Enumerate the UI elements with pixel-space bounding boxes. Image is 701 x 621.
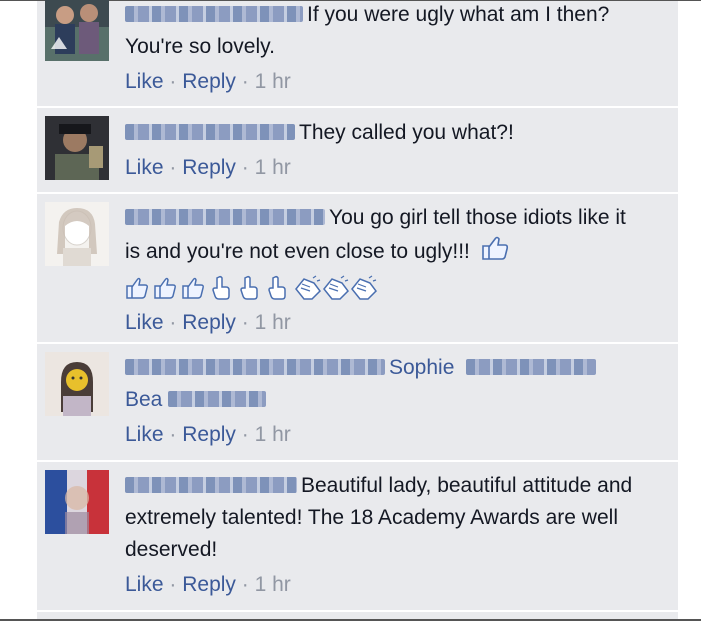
commenter-name[interactable]	[125, 209, 325, 225]
pointing-hand-icon	[209, 275, 235, 301]
pointing-hand-icon	[237, 275, 263, 301]
avatar[interactable]	[45, 202, 109, 266]
commenter-name[interactable]	[125, 477, 297, 493]
avatar[interactable]	[45, 116, 109, 180]
avatar[interactable]	[45, 352, 109, 416]
divider	[37, 106, 678, 108]
tagged-name-bea[interactable]: Bea	[125, 388, 162, 411]
like-link[interactable]: Like	[125, 573, 164, 596]
avatar[interactable]	[45, 470, 109, 534]
like-link[interactable]: Like	[125, 423, 164, 446]
reply-link[interactable]: Reply	[182, 423, 236, 446]
clapping-hands-icon	[321, 275, 349, 301]
timestamp[interactable]: 1 hr	[255, 423, 291, 446]
separator: ·	[241, 573, 249, 596]
comments-panel: If you were ugly what am I then? You're …	[37, 0, 678, 619]
tagged-name[interactable]	[168, 391, 267, 407]
separator: ·	[169, 423, 177, 446]
thumbs-up-icon	[125, 275, 151, 301]
thumbs-up-icon	[181, 275, 207, 301]
reply-link[interactable]: Reply	[182, 156, 236, 179]
thumbs-up-icon	[153, 275, 179, 301]
reply-link[interactable]: Reply	[182, 70, 236, 93]
comment-body: You go girl tell those idiots like it is…	[125, 202, 645, 339]
thumbs-up-icon	[480, 234, 510, 272]
separator: ·	[241, 311, 249, 334]
avatar[interactable]	[45, 0, 109, 61]
reply-link[interactable]: Reply	[182, 311, 236, 334]
comment-actions: Like · Reply · 1 hr	[125, 66, 645, 98]
separator: ·	[241, 423, 249, 446]
comment-actions: Like · Reply · 1 hr	[125, 569, 645, 601]
like-link[interactable]: Like	[125, 311, 164, 334]
separator: ·	[169, 70, 177, 93]
clapping-hands-icon	[349, 275, 377, 301]
timestamp[interactable]: 1 hr	[255, 311, 291, 334]
comment-text: They called you what?!	[299, 121, 514, 144]
separator: ·	[241, 70, 249, 93]
divider	[37, 342, 678, 344]
comment-body: They called you what?! Like · Reply · 1 …	[125, 117, 645, 184]
separator: ·	[169, 156, 177, 179]
pointing-hand-icon	[265, 275, 291, 301]
timestamp[interactable]: 1 hr	[255, 573, 291, 596]
tagged-name-sophie[interactable]: Sophie	[389, 356, 454, 379]
comment-actions: Like · Reply · 1 hr	[125, 419, 645, 451]
divider	[37, 192, 678, 194]
separator: ·	[241, 156, 249, 179]
reply-link[interactable]: Reply	[182, 573, 236, 596]
comment-body: If you were ugly what am I then? You're …	[125, 0, 645, 98]
timestamp[interactable]: 1 hr	[255, 156, 291, 179]
separator: ·	[169, 311, 177, 334]
comment-actions: Like · Reply · 1 hr	[125, 307, 645, 339]
like-link[interactable]: Like	[125, 156, 164, 179]
divider	[37, 610, 678, 612]
tagged-name[interactable]	[125, 359, 385, 375]
like-link[interactable]: Like	[125, 70, 164, 93]
comment-actions: Like · Reply · 1 hr	[125, 152, 645, 184]
divider	[37, 460, 678, 462]
comment-body: Beautiful lady, beautiful attitude and e…	[125, 470, 645, 601]
timestamp[interactable]: 1 hr	[255, 70, 291, 93]
separator: ·	[169, 573, 177, 596]
comment-body: Sophie Bea Like · Reply · 1 hr	[125, 352, 645, 451]
emoticon-row	[125, 272, 645, 304]
tagged-name[interactable]	[466, 359, 597, 375]
commenter-name[interactable]	[125, 6, 303, 22]
clapping-hands-icon	[293, 275, 321, 301]
commenter-name[interactable]	[125, 124, 295, 140]
